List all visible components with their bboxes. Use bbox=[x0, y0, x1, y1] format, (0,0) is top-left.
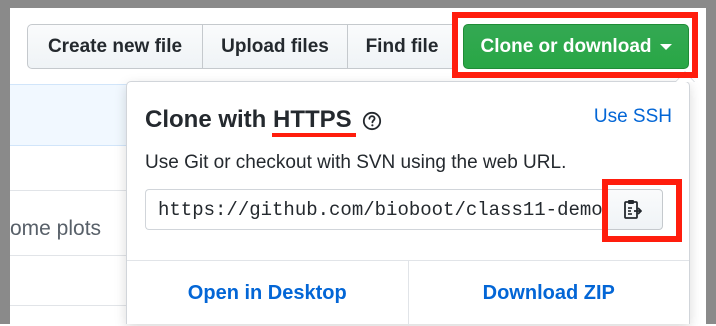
file-row-divider bbox=[10, 190, 130, 191]
clone-description: Use Git or checkout with SVN using the w… bbox=[145, 152, 567, 173]
create-new-file-button[interactable]: Create new file bbox=[27, 24, 203, 69]
find-file-button[interactable]: Find file bbox=[347, 24, 457, 69]
copy-button-highlight-box bbox=[602, 179, 682, 242]
use-ssh-link[interactable]: Use SSH bbox=[594, 106, 672, 128]
clone-panel-title: Clone with HTTPS bbox=[145, 106, 352, 134]
file-row-divider bbox=[10, 305, 130, 306]
https-annotation-underline bbox=[272, 133, 356, 137]
open-in-desktop-button[interactable]: Open in Desktop bbox=[127, 261, 408, 326]
clone-url-input[interactable] bbox=[145, 189, 603, 230]
clone-button-highlight-box bbox=[452, 12, 698, 78]
latest-commit-bar bbox=[10, 84, 130, 146]
clone-title-protocol: HTTPS bbox=[273, 106, 352, 133]
commit-message-fragment: ome plots bbox=[10, 217, 102, 240]
file-row-divider bbox=[10, 255, 130, 256]
screenshot-frame-top bbox=[0, 0, 716, 8]
screenshot-frame-left bbox=[0, 0, 10, 324]
question-circle-icon[interactable] bbox=[362, 111, 382, 131]
screenshot-frame-right bbox=[706, 0, 716, 324]
file-actions-button-group: Create new file Upload files Find file bbox=[27, 24, 457, 69]
clone-title-prefix: Clone with bbox=[145, 106, 273, 133]
upload-files-button[interactable]: Upload files bbox=[202, 24, 348, 69]
clone-panel-footer: Open in Desktop Download ZIP bbox=[127, 260, 689, 326]
download-zip-button[interactable]: Download ZIP bbox=[407, 261, 690, 326]
